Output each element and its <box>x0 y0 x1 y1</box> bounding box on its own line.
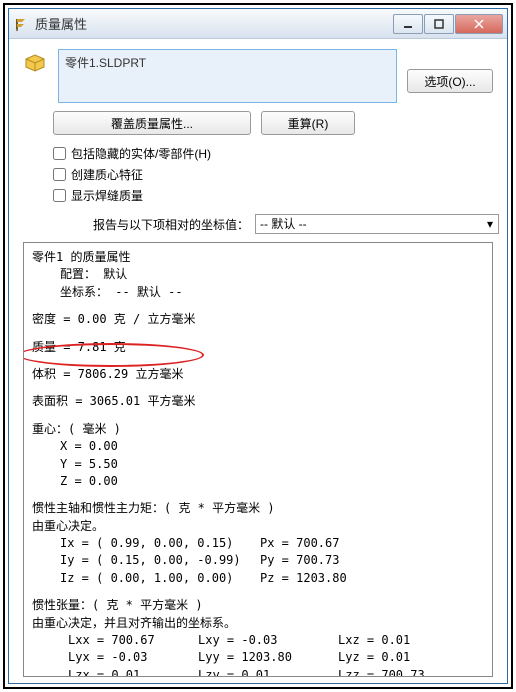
coord-row: 报告与以下项相对的坐标值： -- 默认 -- ▾ <box>23 214 493 234</box>
result-volume: 体积 = 7806.29 立方毫米 <box>32 366 484 383</box>
recalculate-button[interactable]: 重算(R) <box>261 111 355 135</box>
lyz: Lyz = 0.01 <box>338 649 410 666</box>
create-cm-checkbox[interactable] <box>53 168 66 181</box>
principal-iz-row: Iz = ( 0.00, 1.00, 0.00) Pz = 1203.80 <box>32 570 484 587</box>
coord-label: 报告与以下项相对的坐标值： <box>93 216 249 233</box>
result-header: 零件1 的质量属性 配置： 默认 坐标系： -- 默认 -- <box>32 249 484 301</box>
file-name-text: 零件1.SLDPRT <box>65 56 146 70</box>
show-weld-label: 显示焊缝质量 <box>71 187 143 204</box>
center-of-mass: 重心：( 毫米 ) X = 0.00 Y = 5.50 Z = 0.00 <box>32 421 484 491</box>
include-hidden-checkbox[interactable] <box>53 147 66 160</box>
top-row: 零件1.SLDPRT 选项(O)... <box>23 49 493 103</box>
window-title: 质量属性 <box>35 14 392 33</box>
p-iz: Iz = ( 0.00, 1.00, 0.00) <box>60 570 260 587</box>
moi1-row2: Lyx = -0.03 Lyy = 1203.80 Lyz = 0.01 <box>32 649 484 666</box>
principal-moments: 惯性主轴和惯性主力矩：( 克 * 平方毫米 ) 由重心决定。 Ix = ( 0.… <box>32 500 484 587</box>
p-iy: Iy = ( 0.15, 0.00, -0.99) <box>60 552 260 569</box>
lyx: Lyx = -0.03 <box>68 649 198 666</box>
show-weld-row[interactable]: 显示焊缝质量 <box>53 187 493 204</box>
override-mass-button[interactable]: 覆盖质量属性... <box>53 111 251 135</box>
mass-properties-window: 质量属性 零件1.SLDPRT <box>8 8 508 684</box>
p-ix: Ix = ( 0.99, 0.00, 0.15) <box>60 535 260 552</box>
moi1-sub: 由重心决定，并且对齐输出的坐标系。 <box>32 615 484 632</box>
center-z: Z = 0.00 <box>32 473 484 490</box>
lxx: Lxx = 700.67 <box>68 632 198 649</box>
close-button[interactable] <box>455 14 503 34</box>
minimize-button[interactable] <box>393 14 423 34</box>
lxy: Lxy = -0.03 <box>198 632 338 649</box>
titlebar: 质量属性 <box>9 9 507 39</box>
center-x: X = 0.00 <box>32 438 484 455</box>
lzx: Lzx = 0.01 <box>68 667 198 677</box>
file-name-box[interactable]: 零件1.SLDPRT <box>58 49 397 103</box>
p-px: Px = 700.67 <box>260 535 339 552</box>
principal-sub: 由重心决定。 <box>32 518 484 535</box>
p-pz: Pz = 1203.80 <box>260 570 347 587</box>
moi1-row3: Lzx = 0.01 Lzy = 0.01 Lzz = 700.73 <box>32 667 484 677</box>
coord-select-value: -- 默认 -- <box>260 217 307 231</box>
lzz: Lzz = 700.73 <box>338 667 425 677</box>
principal-ix-row: Ix = ( 0.99, 0.00, 0.15) Px = 700.67 <box>32 535 484 552</box>
button-row: 覆盖质量属性... 重算(R) <box>23 111 493 135</box>
result-density: 密度 = 0.00 克 / 立方毫米 <box>32 311 484 328</box>
result-mass: 质量 = 7.81 克 <box>32 339 484 356</box>
moi-tensor-center: 惯性张量：( 克 * 平方毫米 ) 由重心决定，并且对齐输出的坐标系。 Lxx … <box>32 597 484 677</box>
moi1-row1: Lxx = 700.67 Lxy = -0.03 Lxz = 0.01 <box>32 632 484 649</box>
result-coord-sys: 坐标系： -- 默认 -- <box>32 284 484 301</box>
client-area: 零件1.SLDPRT 选项(O)... 覆盖质量属性... 重算(R) 包括隐藏… <box>9 39 507 683</box>
principal-iy-row: Iy = ( 0.15, 0.00, -0.99) Py = 700.73 <box>32 552 484 569</box>
include-hidden-checkbox-row[interactable]: 包括隐藏的实体/零部件(H) <box>53 145 493 162</box>
result-area: 表面积 = 3065.01 平方毫米 <box>32 393 484 410</box>
options-button[interactable]: 选项(O)... <box>407 69 493 93</box>
include-hidden-label: 包括隐藏的实体/零部件(H) <box>71 145 211 162</box>
p-py: Py = 700.73 <box>260 552 339 569</box>
lzy: Lzy = 0.01 <box>198 667 338 677</box>
coord-select[interactable]: -- 默认 -- <box>255 214 499 234</box>
window-controls <box>392 14 503 34</box>
maximize-button[interactable] <box>424 14 454 34</box>
lxz: Lxz = 0.01 <box>338 632 410 649</box>
result-config: 配置： 默认 <box>32 266 484 283</box>
lyy: Lyy = 1203.80 <box>198 649 338 666</box>
moi1-label: 惯性张量：( 克 * 平方毫米 ) <box>32 597 484 614</box>
show-weld-checkbox[interactable] <box>53 189 66 202</box>
principal-label: 惯性主轴和惯性主力矩：( 克 * 平方毫米 ) <box>32 500 484 517</box>
result-part-title: 零件1 的质量属性 <box>32 249 484 266</box>
create-cm-row[interactable]: 创建质心特征 <box>53 166 493 183</box>
center-label: 重心：( 毫米 ) <box>32 421 484 438</box>
app-icon <box>13 16 29 32</box>
create-cm-label: 创建质心特征 <box>71 166 143 183</box>
checkbox-group: 包括隐藏的实体/零部件(H) 创建质心特征 显示焊缝质量 <box>23 145 493 208</box>
part-icon <box>23 51 48 73</box>
results-textbox[interactable]: 零件1 的质量属性 配置： 默认 坐标系： -- 默认 -- 密度 = 0.00… <box>23 242 493 677</box>
center-y: Y = 5.50 <box>32 456 484 473</box>
